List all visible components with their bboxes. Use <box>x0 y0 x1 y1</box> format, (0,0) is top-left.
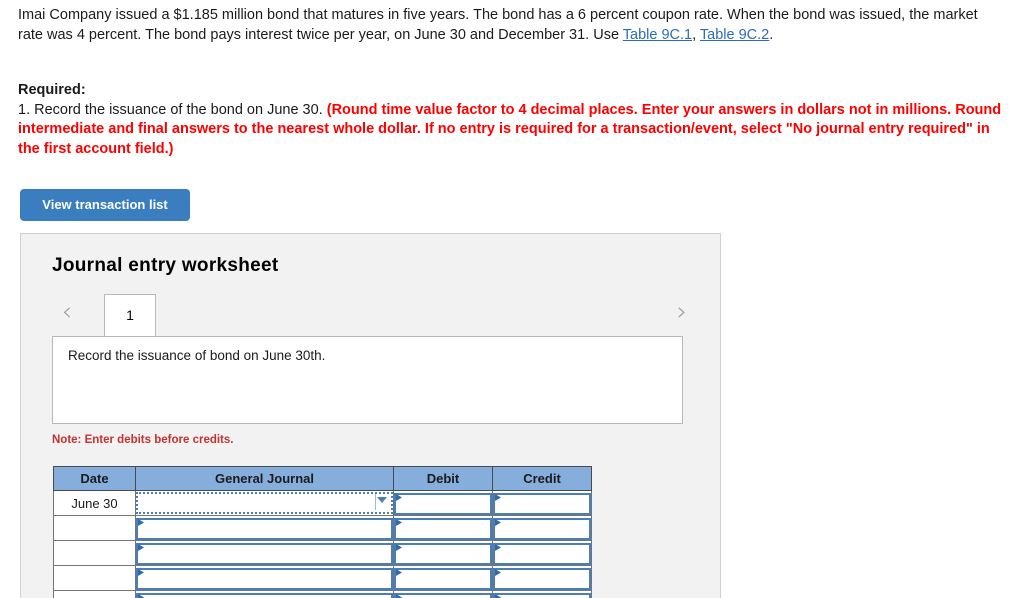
debits-before-credits-note: Note: Enter debits before credits. <box>52 434 234 446</box>
credit-input-2[interactable] <box>493 517 591 540</box>
link-table-9c1[interactable]: Table 9C.1 <box>623 27 692 43</box>
cell-debit-4[interactable] <box>393 565 493 591</box>
entry-description-box: Record the issuance of bond on June 30th… <box>52 336 683 424</box>
prev-entry-arrow-icon[interactable]: ‹ <box>54 298 80 328</box>
column-header-general-journal: General Journal <box>135 466 394 491</box>
table-row: June 30 <box>53 490 592 516</box>
problem-sentence: Imai Company issued a $1.185 million bon… <box>18 7 978 43</box>
cell-account-5[interactable] <box>135 590 394 598</box>
cell-date-2[interactable] <box>53 515 136 541</box>
cell-account-4[interactable] <box>135 565 394 591</box>
account-input-2[interactable] <box>136 517 393 540</box>
view-transaction-list-button[interactable]: View transaction list <box>20 189 190 221</box>
cell-credit-3[interactable] <box>492 540 592 566</box>
debit-input-1[interactable] <box>394 492 492 515</box>
problem-separator: , <box>692 26 700 43</box>
cell-credit-2[interactable] <box>492 515 592 541</box>
required-item-1: 1. Record the issuance of the bond on Ju… <box>18 101 327 118</box>
account-select-1[interactable] <box>136 492 393 514</box>
required-label: Required: <box>18 82 86 98</box>
credit-input-1[interactable] <box>493 492 591 515</box>
cell-date-4[interactable] <box>53 565 136 591</box>
credit-input-5[interactable] <box>493 592 591 598</box>
cell-credit-5[interactable] <box>492 590 592 598</box>
cell-credit-4[interactable] <box>492 565 592 591</box>
account-input-3[interactable] <box>136 542 393 565</box>
column-header-credit: Credit <box>492 466 592 491</box>
worksheet-tabstrip: ‹ 1 › <box>21 292 720 336</box>
cell-account-2[interactable] <box>135 515 394 541</box>
table-row <box>53 515 592 541</box>
next-entry-arrow-icon[interactable]: › <box>669 298 695 328</box>
worksheet-tab-1[interactable]: 1 <box>104 294 156 336</box>
entry-description-text: Record the issuance of bond on June 30th… <box>68 348 326 363</box>
account-select-wrapper-1[interactable] <box>136 491 393 515</box>
cell-account-3[interactable] <box>135 540 394 566</box>
table-header-row: Date General Journal Debit Credit <box>53 466 592 491</box>
cell-account-1[interactable] <box>135 490 394 516</box>
required-section: Required: 1. Record the issuance of the b… <box>18 81 1003 159</box>
problem-statement: Imai Company issued a $1.185 million bon… <box>18 6 978 45</box>
cell-debit-5[interactable] <box>393 590 493 598</box>
column-header-date: Date <box>53 466 136 491</box>
credit-input-4[interactable] <box>493 567 591 590</box>
debit-input-4[interactable] <box>394 567 492 590</box>
cell-debit-3[interactable] <box>393 540 493 566</box>
cell-debit-2[interactable] <box>393 515 493 541</box>
account-input-5[interactable] <box>136 592 393 598</box>
credit-input-3[interactable] <box>493 542 591 565</box>
journal-entry-worksheet-panel: Journal entry worksheet ‹ 1 › Record the… <box>20 233 721 598</box>
debit-input-2[interactable] <box>394 517 492 540</box>
cell-date-3[interactable] <box>53 540 136 566</box>
table-row <box>53 540 592 566</box>
cell-credit-1[interactable] <box>492 490 592 516</box>
account-input-4[interactable] <box>136 567 393 590</box>
column-header-debit: Debit <box>393 466 493 491</box>
link-table-9c2[interactable]: Table 9C.2 <box>700 27 769 43</box>
debit-input-5[interactable] <box>394 592 492 598</box>
cell-debit-1[interactable] <box>393 490 493 516</box>
problem-period: . <box>769 26 774 43</box>
table-row <box>53 565 592 591</box>
worksheet-title: Journal entry worksheet <box>52 255 279 276</box>
cell-date-1: June 30 <box>53 490 136 516</box>
table-row <box>53 590 592 598</box>
debit-input-3[interactable] <box>394 542 492 565</box>
journal-entry-table: Date General Journal Debit Credit June 3… <box>53 466 592 598</box>
cell-date-5[interactable] <box>53 590 136 598</box>
